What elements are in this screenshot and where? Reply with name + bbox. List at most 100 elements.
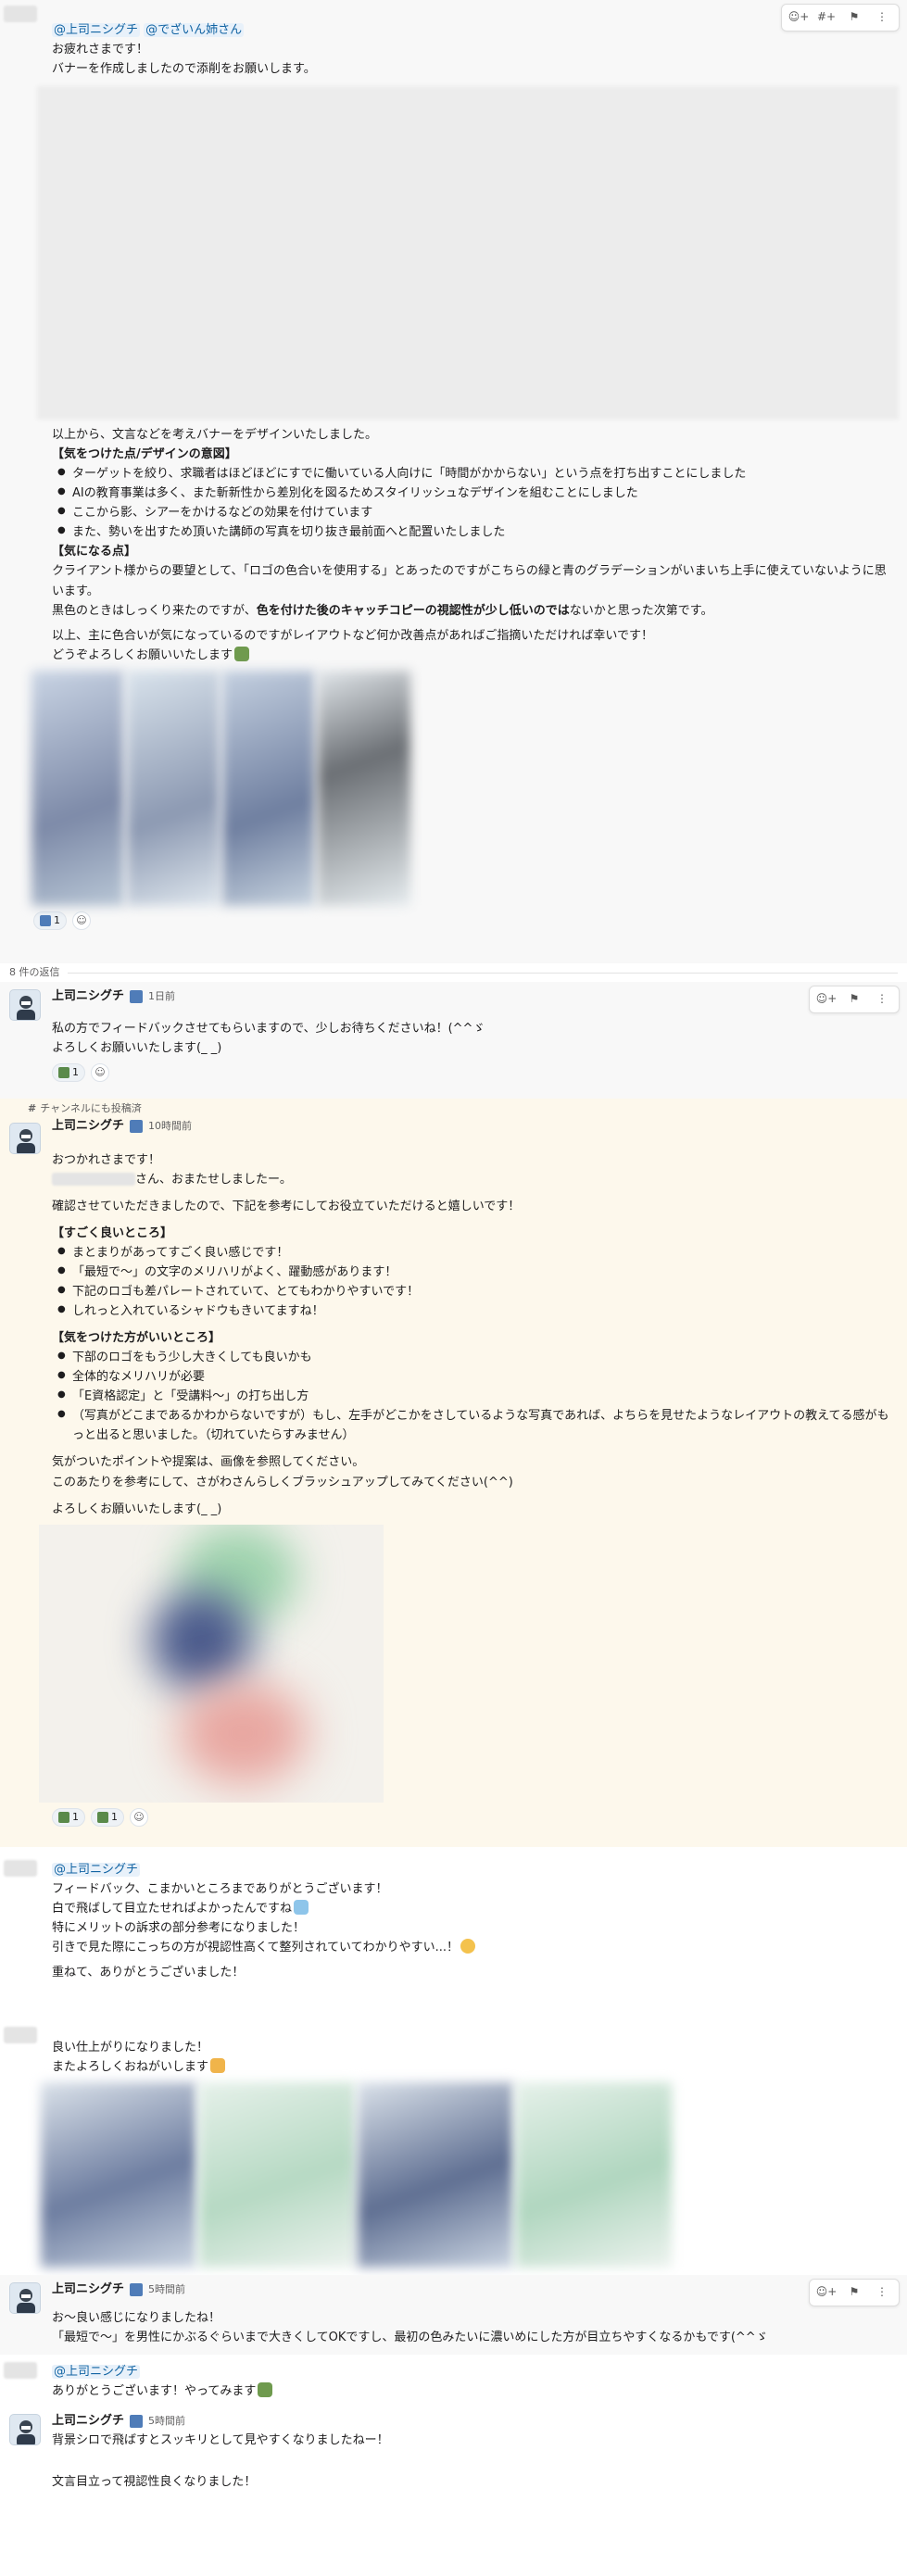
confirm-line: 確認させていただきましたので、下記を参考にしてお役立ていただけると嬉しいです！ (52, 1199, 521, 1213)
feedback-image[interactable] (39, 1524, 384, 1803)
reply-message: 良い仕上がりになりました！ またよろしくおねがいします (0, 2019, 907, 2275)
message-line: 良い仕上がりになりました！ (52, 2041, 209, 2055)
redacted-avatar (4, 2027, 37, 2043)
banner-image[interactable] (127, 670, 220, 906)
message-line: よろしくお願いいたします(_ _) (52, 1041, 222, 1056)
message-actions-toolbar: ☺+ ⚑ ⋮ (809, 2279, 900, 2306)
banner-image-gallery[interactable] (31, 670, 894, 906)
care-point: 全体的なメリハリが必要 (57, 1367, 894, 1387)
avatar-illustration (17, 2420, 35, 2444)
reaction-count: 1 (54, 913, 60, 926)
timestamp[interactable]: 5時間前 (148, 2281, 185, 2298)
status-badge-icon (130, 2283, 144, 2296)
message-line: 「最短で〜」を男性にかぶるぐらいまで大きくしてOKですし、最初の色みたいに濃いめ… (52, 2331, 768, 2345)
again-line: 重ねて、ありがとうございました！ (52, 1966, 245, 1980)
message-line: 私の方でフィードバックさせてもらいますので、少しお待ちくださいね！(^^ゞ (52, 1022, 485, 1036)
redacted-draft-block (37, 86, 899, 421)
bookmark-icon[interactable]: ⚑ (841, 6, 867, 29)
avatar[interactable] (9, 2414, 41, 2445)
image-blur-blue (150, 1589, 252, 1691)
reaction-emoji-icon (97, 1811, 108, 1823)
reply-message: @上司ニシグチ フィードバック、こまかいところまでありがとうございます！ 白で飛… (0, 1847, 907, 2019)
good-points: まとまりがあってすごく良い感じです！ 「最短で〜」の文字のメリハリがよく、躍動感… (52, 1243, 894, 1321)
add-reaction-icon[interactable]: ☺ (91, 1063, 109, 1083)
avatar[interactable] (9, 989, 41, 1021)
bookmark-icon[interactable]: ⚑ (841, 2281, 867, 2304)
reaction-count: 1 (72, 1066, 79, 1079)
concern-heading: 【気になる点】 (52, 545, 137, 559)
mention-line: @上司ニシグチ (52, 1860, 894, 1879)
design-point: ここから影、シアーをかけるなどの効果を付けています (57, 503, 894, 522)
sweat-emoji-icon (293, 1900, 309, 1916)
mention-nishiguchi[interactable]: @上司ニシグチ (52, 23, 141, 37)
reaction-count: 1 (72, 1810, 79, 1823)
status-badge-icon (130, 2415, 144, 2428)
add-reaction-icon[interactable]: ☺+ (786, 6, 812, 29)
second-text: 引きで見た際にこっちの方が視認性高くて整列されていてわかりやすい...！ (52, 1941, 460, 1955)
status-badge-icon (130, 1119, 144, 1133)
care-point: 下部のロゴをもう少し大きくしても良いかも (57, 1348, 894, 1367)
sender-name[interactable]: 上司ニシグチ (52, 2411, 124, 2431)
hashtag-icon: # (28, 1102, 37, 1114)
feedback-message: # チャンネルにも投稿済 上司ニシグチ 10時間前 おつかれさまです！ さん、おま… (0, 1099, 907, 1847)
banner-image[interactable] (318, 670, 410, 906)
bookmark-icon[interactable]: ⚑ (841, 988, 867, 1011)
mention-line: @上司ニシグチ (52, 2362, 894, 2381)
also-posted-label: # チャンネルにも投稿済 (0, 1099, 894, 1117)
divider-line (67, 972, 898, 974)
add-reaction-icon[interactable]: ☺+ (813, 988, 839, 1011)
reaction-emoji-icon (58, 1811, 69, 1823)
timestamp[interactable]: 1日前 (148, 988, 175, 1005)
reactions: 1 1 ☺ (52, 1807, 894, 1827)
banner-image[interactable] (358, 2082, 513, 2268)
good-point: まとまりがあってすごく良い感じです！ (57, 1243, 894, 1263)
avatar-illustration (17, 1129, 35, 1153)
message-actions-toolbar: ☺+ #+ ⚑ ⋮ (781, 4, 900, 31)
message-line: お〜良い感じになりましたね！ (52, 2311, 221, 2325)
reply-message: ☺+ ⚑ ⋮ 上司ニシグチ 1日前 私の方でフィードバックさせてもらいますので、… (0, 982, 907, 1099)
good-heading: 【すごく良いところ】 (52, 1225, 173, 1240)
timestamp[interactable]: 5時間前 (148, 2413, 185, 2430)
sender-name[interactable]: 上司ニシグチ (52, 1116, 124, 1136)
message-text: ありがとうございます！やってみます (52, 2384, 257, 2399)
redacted-avatar (4, 1860, 37, 1877)
add-reaction-icon[interactable]: ☺ (130, 1807, 148, 1827)
avatar[interactable] (9, 1123, 41, 1154)
sender-name[interactable]: 上司ニシグチ (52, 986, 124, 1006)
final-image-gallery[interactable] (41, 2082, 894, 2268)
regards-line: よろしくお願いいたします(_ _) (52, 1502, 222, 1516)
notice-line: 気がついたポイントや提案は、画像を参照してください。 (52, 1455, 365, 1470)
also-posted-text: チャンネルにも投稿済 (40, 1102, 142, 1114)
mention-design-sister[interactable]: @でざいん姉さん (144, 23, 245, 37)
banner-image[interactable] (222, 670, 315, 906)
mention-nishiguchi[interactable]: @上司ニシグチ (52, 1863, 141, 1877)
mention-nishiguchi[interactable]: @上司ニシグチ (52, 2365, 141, 2379)
avatar[interactable] (9, 2282, 41, 2314)
root-message: ☺+ #+ ⚑ ⋮ @上司ニシグチ @でざいん姉さん お疲れさまです！ バナーを… (0, 0, 907, 963)
more-icon[interactable]: ⋮ (869, 988, 895, 1011)
hashtag-plus-icon[interactable]: #+ (813, 6, 839, 29)
black-bold: 色を付けた後のキャッチコピーの視認性が少し低いのでは (256, 603, 570, 618)
design-points: ターゲットを絞り、求職者はほどほどにすでに働いている人向けに「時間がかからない」… (52, 464, 894, 542)
avatar-illustration (17, 996, 35, 1020)
banner-image[interactable] (31, 670, 124, 906)
san-text: さん、おまたせしましたー。 (135, 1172, 292, 1187)
banner-image[interactable] (199, 2082, 355, 2268)
sender-name[interactable]: 上司ニシグチ (52, 2280, 124, 2299)
reaction-pill[interactable]: 1 (33, 911, 67, 930)
timestamp[interactable]: 10時間前 (148, 1118, 192, 1135)
thanks-text: どうぞよろしくお願いいたします (52, 647, 233, 662)
more-icon[interactable]: ⋮ (869, 2281, 895, 2304)
banner-image[interactable] (41, 2082, 196, 2268)
reaction-pill[interactable]: 1 (91, 1807, 124, 1827)
add-reaction-icon[interactable]: ☺+ (813, 2281, 839, 2304)
reaction-pill[interactable]: 1 (52, 1807, 85, 1827)
care-point: （写真がどこまであるかわからないですが）もし、左手がどこかをさしているような写真… (57, 1406, 894, 1445)
banner-image[interactable] (516, 2082, 672, 2268)
add-reaction-icon[interactable]: ☺ (72, 911, 91, 930)
after-draft-line: 以上から、文言などを考えバナーをデザインいたしました。 (52, 428, 378, 443)
message-line: 白で飛ばして目立たせればよかったんですね (52, 1899, 894, 1918)
reaction-pill[interactable]: 1 (52, 1063, 85, 1083)
message-header: 上司ニシグチ 5時間前 (52, 2412, 894, 2431)
more-icon[interactable]: ⋮ (869, 6, 895, 29)
